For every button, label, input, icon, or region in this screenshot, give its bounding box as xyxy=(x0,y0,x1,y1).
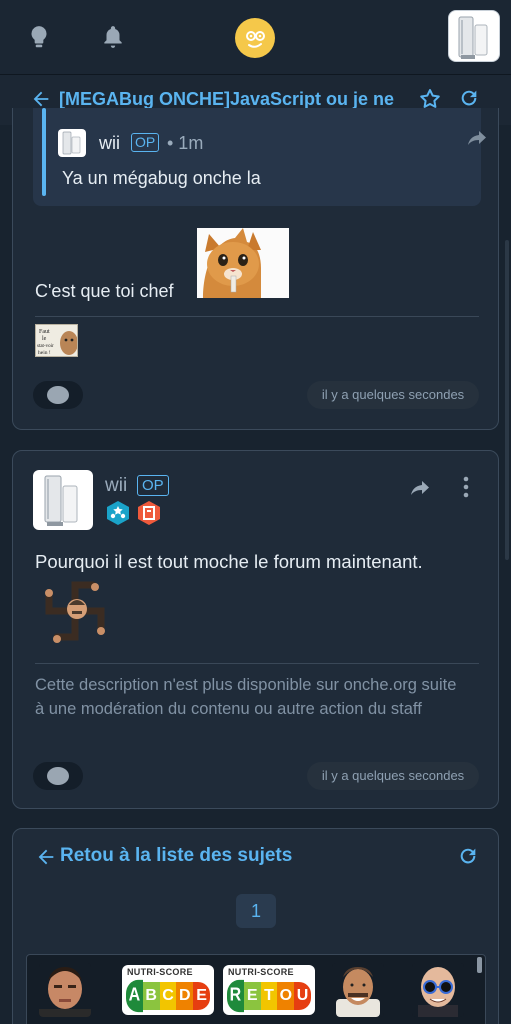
post-timestamp: il y a quelques secondes xyxy=(307,381,479,409)
toggle-knob xyxy=(47,386,69,404)
user-avatar[interactable] xyxy=(448,10,500,62)
nutriscore-cell: R xyxy=(227,979,244,1013)
divider xyxy=(35,663,479,664)
sticker-nutriscore-retou[interactable]: NUTRI-SCORE R E T O U xyxy=(223,965,315,1015)
sticker-bald-man-glasses[interactable] xyxy=(412,963,464,1017)
post-card: wii OP Pourquoi il est tout moche le for… xyxy=(12,450,499,809)
svg-text:Faut: Faut xyxy=(39,329,50,335)
quote-author-name[interactable]: wii xyxy=(99,133,120,154)
top-bar xyxy=(0,0,511,75)
op-badge: OP xyxy=(131,133,160,152)
more-options-icon[interactable] xyxy=(461,475,471,499)
page-number-button[interactable]: 1 xyxy=(236,894,276,928)
nutriscore-cell: A xyxy=(126,979,143,1013)
topic-title[interactable]: [MEGABug ONCHE]JavaScript ou je ne xyxy=(59,89,405,110)
smiley-logo[interactable] xyxy=(235,18,275,58)
nutriscore-cells: A B C D E xyxy=(126,979,210,1013)
bell-icon[interactable] xyxy=(100,24,126,50)
op-badge: OP xyxy=(137,475,169,496)
hexagon-badge-icon[interactable] xyxy=(136,500,162,526)
reaction-toggle[interactable] xyxy=(33,381,83,409)
post-text: C'est que toi chef xyxy=(35,281,174,301)
nutriscore-cell: E xyxy=(243,982,261,1010)
stars-badge-icon[interactable] xyxy=(105,500,131,526)
quote-text: Ya un mégabug onche la xyxy=(62,168,261,188)
divider xyxy=(35,316,479,317)
quote-bar xyxy=(42,108,46,196)
lightbulb-icon[interactable] xyxy=(26,24,52,50)
nutriscore-cell: U xyxy=(294,982,311,1010)
sticker-nutriscore-abcde[interactable]: NUTRI-SCORE A B C D E xyxy=(122,965,214,1015)
sticker-man-1[interactable] xyxy=(39,963,91,1017)
back-arrow-icon[interactable] xyxy=(35,846,57,868)
svg-text:le: le xyxy=(42,336,47,342)
refresh-icon[interactable] xyxy=(457,845,479,867)
svg-text:stat-voir: stat-voir xyxy=(37,344,54,349)
sticker-strip: NUTRI-SCORE A B C D E NUTRI-SCORE R E T … xyxy=(26,954,486,1024)
signature-sticker: Faut le stat-voir hein ! xyxy=(35,324,78,357)
post-text: Pourquoi il est tout moche le forum main… xyxy=(35,551,423,572)
quoted-message: wii OP • 1m Ya un mégabug onche la xyxy=(33,108,486,206)
toggle-knob xyxy=(47,767,69,785)
post-timestamp: il y a quelques secondes xyxy=(307,762,479,790)
nutriscore-label: NUTRI-SCORE xyxy=(127,967,193,977)
nutriscore-cell: C xyxy=(159,982,177,1010)
dancing-man-sticker xyxy=(45,581,105,643)
sticker-strip-scrollbar[interactable] xyxy=(477,957,482,973)
topic-footer-card: Retou à la liste des sujets 1 NUTRI-SCOR… xyxy=(12,828,499,1024)
moderation-note: Cette description n'est plus disponible … xyxy=(35,676,457,718)
back-to-topics-link[interactable]: Retou à la liste des sujets xyxy=(60,845,292,867)
share-icon[interactable] xyxy=(465,126,489,150)
quote-author-avatar[interactable] xyxy=(58,129,86,157)
author-name[interactable]: wii xyxy=(105,475,127,497)
quote-time: • 1m xyxy=(167,133,204,153)
reaction-toggle[interactable] xyxy=(33,762,83,790)
cat-sticker xyxy=(197,228,289,298)
page-scrollbar[interactable] xyxy=(505,240,509,560)
nutriscore-cell: B xyxy=(142,982,160,1010)
post-card: wii OP • 1m Ya un mégabug onche la C'est… xyxy=(12,108,499,430)
nutriscore-cell: T xyxy=(260,982,278,1010)
nutriscore-label: NUTRI-SCORE xyxy=(228,967,294,977)
back-arrow-icon[interactable] xyxy=(30,88,52,110)
refresh-icon[interactable] xyxy=(458,87,480,109)
share-icon[interactable] xyxy=(408,476,432,500)
nutriscore-cells: R E T O U xyxy=(227,979,311,1013)
nutriscore-cell: D xyxy=(176,982,194,1010)
nutriscore-cell: O xyxy=(277,982,295,1010)
nutriscore-cell: E xyxy=(193,982,210,1010)
sticker-laughing-man[interactable] xyxy=(332,963,384,1017)
svg-text:hein !: hein ! xyxy=(38,350,51,356)
author-avatar[interactable] xyxy=(33,470,93,530)
